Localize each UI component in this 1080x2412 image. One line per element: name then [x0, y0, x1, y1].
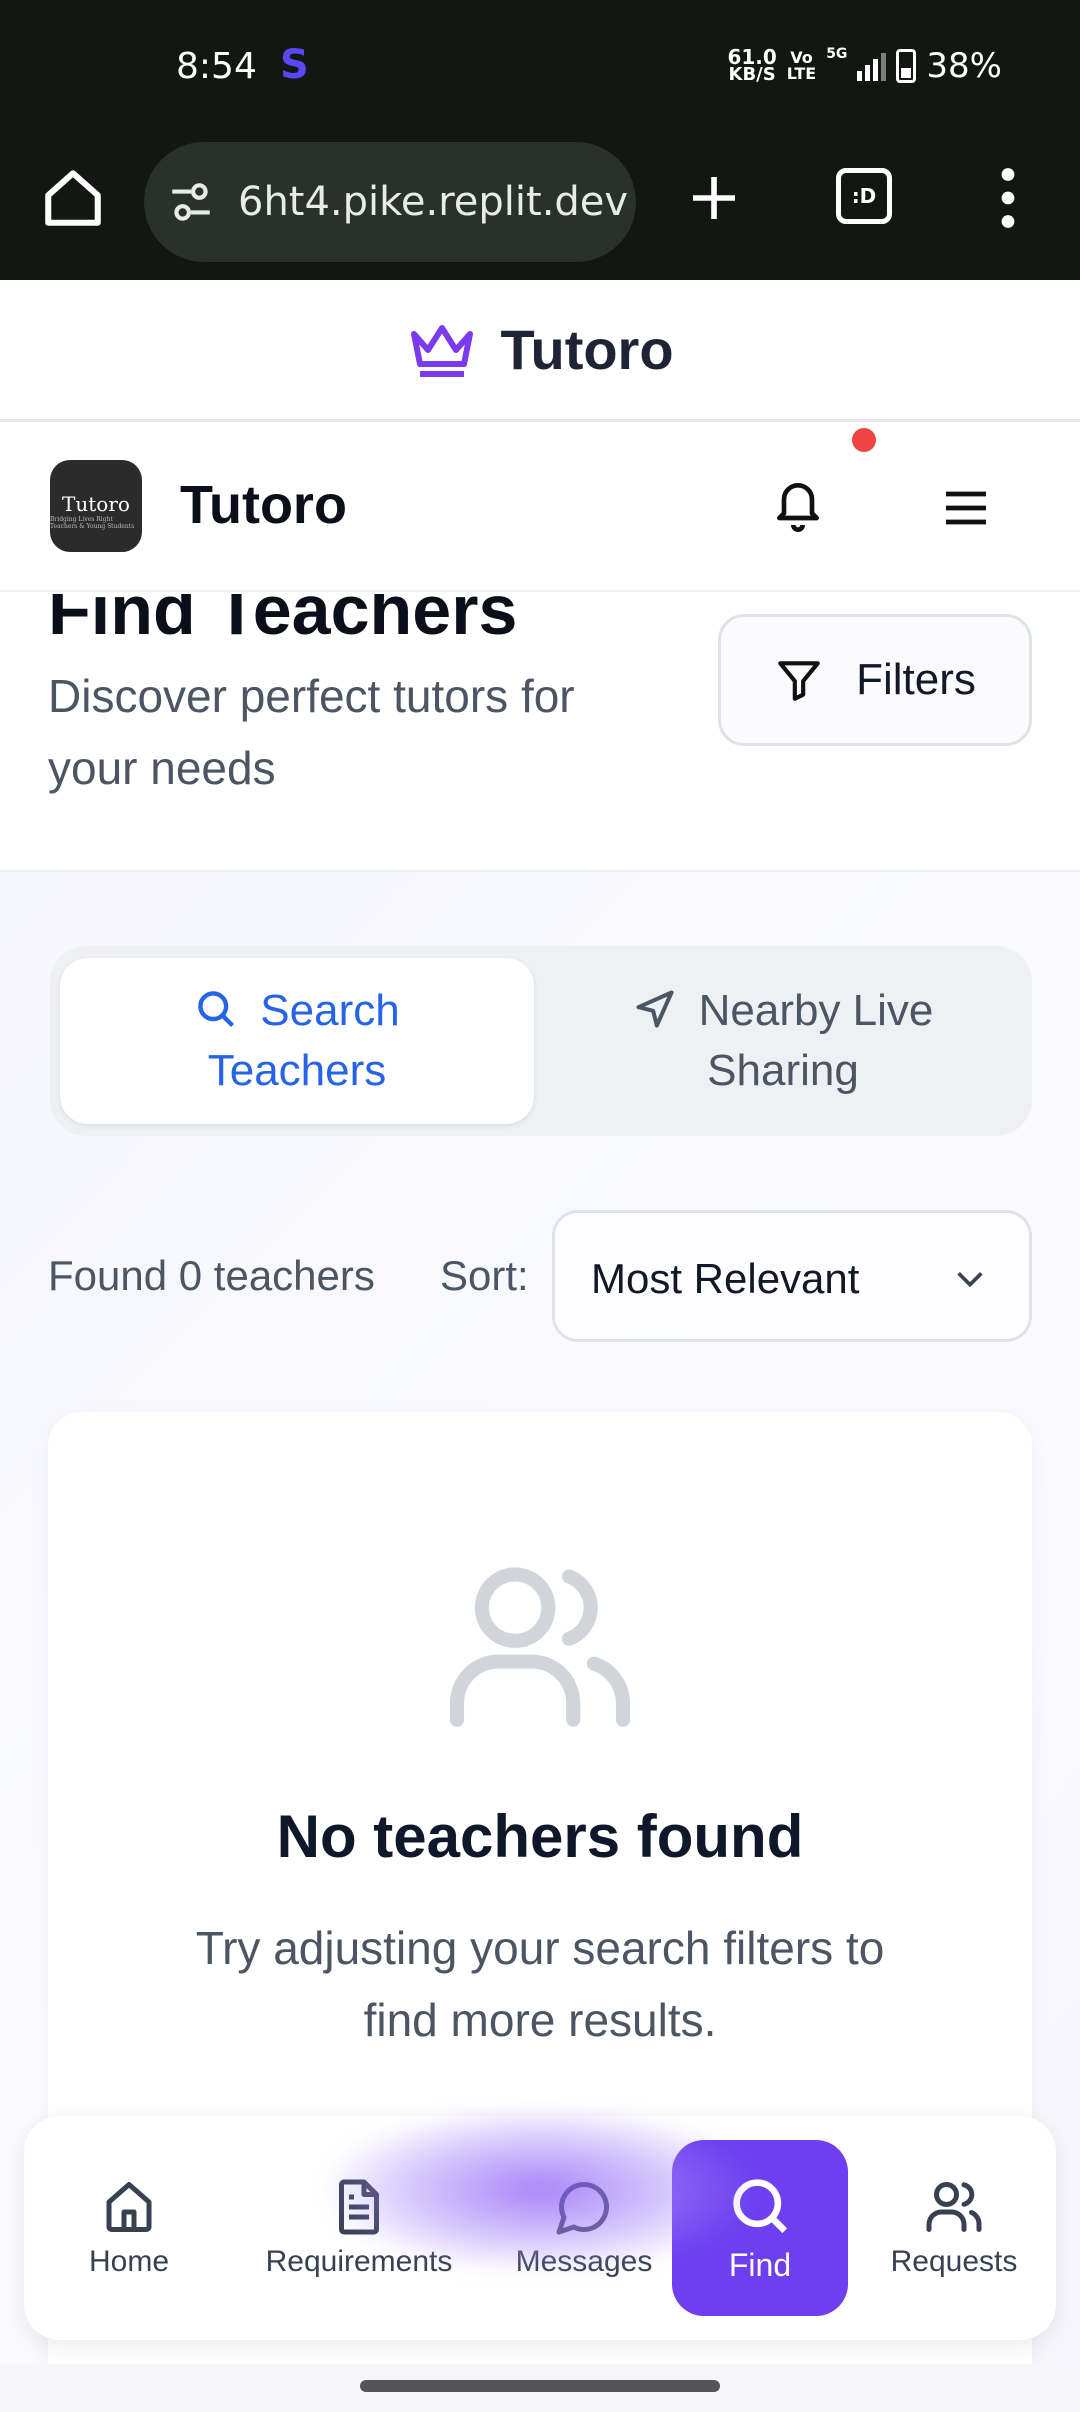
address-bar[interactable]: 6ht4.pike.replit.dev — [144, 142, 636, 262]
results-count: Found 0 teachers — [48, 1252, 375, 1299]
crown-icon — [411, 324, 474, 377]
status-icons: 61.0 KB/S Vo LTE 5G 38% — [727, 46, 1002, 86]
new-tab-icon[interactable] — [686, 170, 742, 226]
app-title: Tutoro — [180, 475, 347, 535]
nav-requests[interactable]: Requests — [864, 2140, 1044, 2316]
status-time: 8:54 — [176, 46, 257, 87]
empty-state-title: No teachers found — [276, 1803, 804, 1870]
nav-hover-glow — [330, 2110, 750, 2270]
sort-select[interactable]: Most Relevant — [552, 1210, 1032, 1342]
tab-nearby-label-2: Sharing — [707, 1046, 859, 1095]
home-indicator[interactable] — [360, 2380, 720, 2392]
battery-percent: 38% — [926, 46, 1002, 86]
app-indicator-icon: S — [280, 42, 309, 88]
browser-toolbar: 6ht4.pike.replit.dev :D — [0, 130, 1080, 280]
chevron-down-icon — [957, 1272, 983, 1288]
tab-search-teachers[interactable]: Search Teachers — [60, 958, 534, 1124]
bell-icon[interactable] — [770, 476, 826, 532]
tab-search-label-1: Search — [260, 986, 400, 1035]
page-header: Find Teachers Discover perfect tutors fo… — [0, 594, 1080, 872]
nav-home-label: Home — [88, 2245, 170, 2278]
status-bar: 8:54 S 61.0 KB/S Vo LTE 5G 38% — [0, 0, 1080, 130]
logo-subtext: Bridging Lives Right Teachers & Young St… — [50, 516, 135, 530]
home-icon[interactable] — [40, 165, 106, 231]
users-icon — [926, 2182, 982, 2232]
network-speed-unit: KB/S — [728, 64, 776, 85]
filters-label: Filters — [856, 655, 976, 704]
brand-header: Tutoro — [0, 280, 1080, 422]
nav-requests-label: Requests — [890, 2245, 1018, 2278]
app-header: Tutoro Bridging Lives Right Teachers & Y… — [0, 424, 1080, 592]
signal-icon — [857, 51, 887, 81]
network-type: 5G — [826, 46, 848, 62]
filter-icon — [778, 661, 820, 701]
menu-icon[interactable] — [942, 488, 990, 528]
logo-text: Tutoro — [62, 492, 130, 516]
sort-label: Sort: — [440, 1252, 529, 1299]
tab-nearby-live-sharing[interactable]: Nearby Live Sharing — [546, 958, 1020, 1124]
brand-title: Tutoro — [500, 318, 674, 381]
home-icon — [106, 2182, 152, 2232]
results-toolbar: Found 0 teachers Sort: Most Relevant — [48, 1210, 1032, 1342]
users-icon — [449, 1567, 631, 1727]
volte-bottom: LTE — [786, 64, 817, 83]
notification-dot — [852, 428, 876, 452]
network-speed: 61.0 KB/S — [727, 47, 776, 85]
volte-icon: Vo LTE — [787, 50, 816, 82]
battery-icon — [896, 49, 917, 83]
site-settings-icon[interactable] — [166, 177, 216, 227]
navigation-arrow-icon — [636, 990, 674, 1028]
empty-state-description: Try adjusting your search filters to fin… — [195, 1922, 885, 2046]
nav-home[interactable]: Home — [44, 2140, 214, 2316]
nav-find-label: Find — [728, 2246, 792, 2283]
sort-value: Most Relevant — [591, 1255, 860, 1302]
app-logo[interactable]: Tutoro Bridging Lives Right Teachers & Y… — [50, 460, 142, 552]
page-title: Find Teachers — [48, 594, 518, 649]
filters-button[interactable]: Filters — [718, 614, 1032, 746]
tab-switcher-button[interactable]: :D — [836, 168, 892, 224]
search-mode-tabs: Search Teachers Nearby Live Sharing — [50, 946, 1032, 1136]
search-icon — [198, 991, 235, 1028]
more-menu-icon[interactable] — [990, 166, 1026, 230]
tab-search-label-2: Teachers — [207, 1046, 387, 1095]
url-text: 6ht4.pike.replit.dev — [238, 179, 629, 225]
page-subtitle: Discover perfect tutors for your needs — [48, 670, 575, 794]
tab-nearby-label-1: Nearby Live — [698, 986, 934, 1035]
